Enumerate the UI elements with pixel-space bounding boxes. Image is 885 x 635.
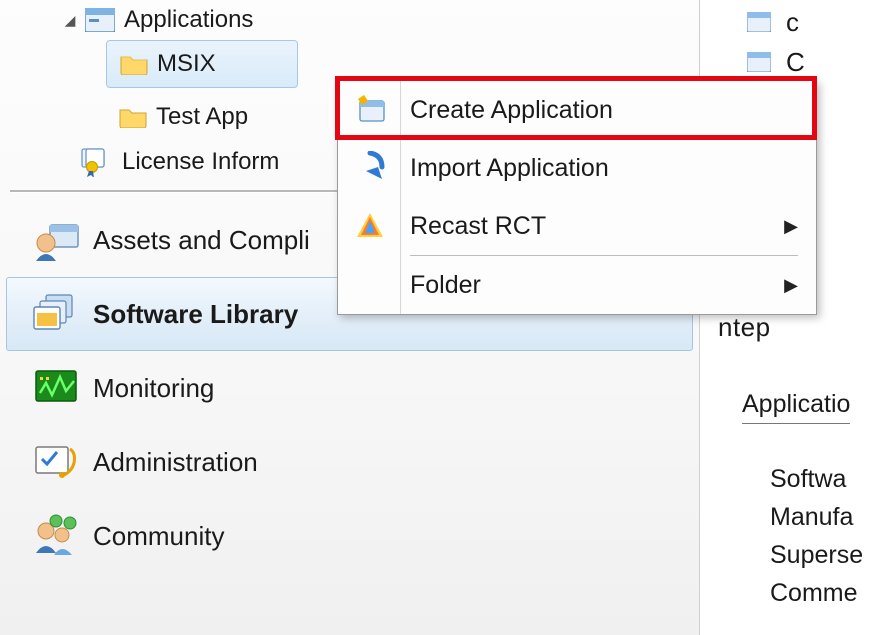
field-label: Superse bbox=[770, 536, 863, 574]
nav-item-label: Assets and Compli bbox=[93, 225, 310, 256]
tree-node-label: License Inform bbox=[122, 148, 279, 176]
nav-item-label: Administration bbox=[93, 447, 258, 478]
context-menu: Create Application Import Application bbox=[337, 80, 817, 315]
menu-item-label: Create Application bbox=[410, 96, 613, 125]
menu-item-label: Folder bbox=[410, 271, 481, 300]
list-row-text: C bbox=[786, 47, 805, 78]
nav-item-label: Community bbox=[93, 521, 224, 552]
nav-item-administration[interactable]: Administration bbox=[6, 425, 693, 499]
menu-item-import-application[interactable]: Import Application bbox=[338, 139, 816, 197]
details-band-text: ntep bbox=[718, 312, 771, 343]
tree-node-applications[interactable]: ◢ Applications bbox=[0, 0, 699, 40]
nav-item-label: Monitoring bbox=[93, 373, 214, 404]
navigation-pane: ◢ Applications MSIX bbox=[0, 0, 700, 635]
import-arrow-icon bbox=[348, 148, 392, 188]
details-section-heading: Applicatio bbox=[742, 390, 850, 424]
software-library-icon bbox=[27, 289, 87, 339]
assets-icon bbox=[27, 215, 87, 265]
tree-node-msix[interactable]: MSIX bbox=[106, 40, 298, 88]
nav-item-community[interactable]: Community bbox=[6, 499, 693, 573]
administration-icon bbox=[27, 437, 87, 487]
nav-item-monitoring[interactable]: Monitoring bbox=[6, 351, 693, 425]
tree-node-label: Applications bbox=[124, 6, 253, 34]
folder-icon bbox=[117, 49, 151, 79]
menu-item-folder[interactable]: Folder ▶ bbox=[338, 256, 816, 314]
create-application-icon bbox=[348, 90, 392, 130]
collapse-caret-icon[interactable]: ◢ bbox=[60, 12, 80, 29]
tree-node-label: MSIX bbox=[157, 50, 216, 78]
list-view: c C bbox=[700, 0, 885, 82]
folder-icon bbox=[116, 102, 150, 132]
recast-icon bbox=[348, 206, 392, 246]
list-row[interactable]: C bbox=[744, 42, 885, 82]
application-icon bbox=[80, 4, 120, 36]
monitoring-icon bbox=[27, 363, 87, 413]
blank-icon bbox=[348, 265, 392, 305]
list-row-text: c bbox=[786, 7, 799, 38]
community-icon bbox=[27, 511, 87, 561]
tree-node-label: Test App bbox=[156, 103, 248, 131]
certificate-icon bbox=[76, 147, 118, 177]
submenu-arrow-icon: ▶ bbox=[784, 216, 798, 237]
menu-item-label: Recast RCT bbox=[410, 212, 546, 241]
list-row[interactable]: c bbox=[744, 2, 885, 42]
nav-item-label: Software Library bbox=[93, 299, 298, 330]
menu-item-create-application[interactable]: Create Application bbox=[338, 81, 816, 139]
field-label: Manufa bbox=[770, 498, 863, 536]
field-label: Softwa bbox=[770, 460, 863, 498]
menu-item-label: Import Application bbox=[410, 154, 609, 183]
details-fields: Softwa Manufa Superse Comme bbox=[770, 460, 863, 612]
application-icon bbox=[744, 52, 774, 72]
submenu-arrow-icon: ▶ bbox=[784, 275, 798, 296]
menu-item-recast-rct[interactable]: Recast RCT ▶ bbox=[338, 197, 816, 255]
application-icon bbox=[744, 12, 774, 32]
field-label: Comme bbox=[770, 574, 863, 612]
